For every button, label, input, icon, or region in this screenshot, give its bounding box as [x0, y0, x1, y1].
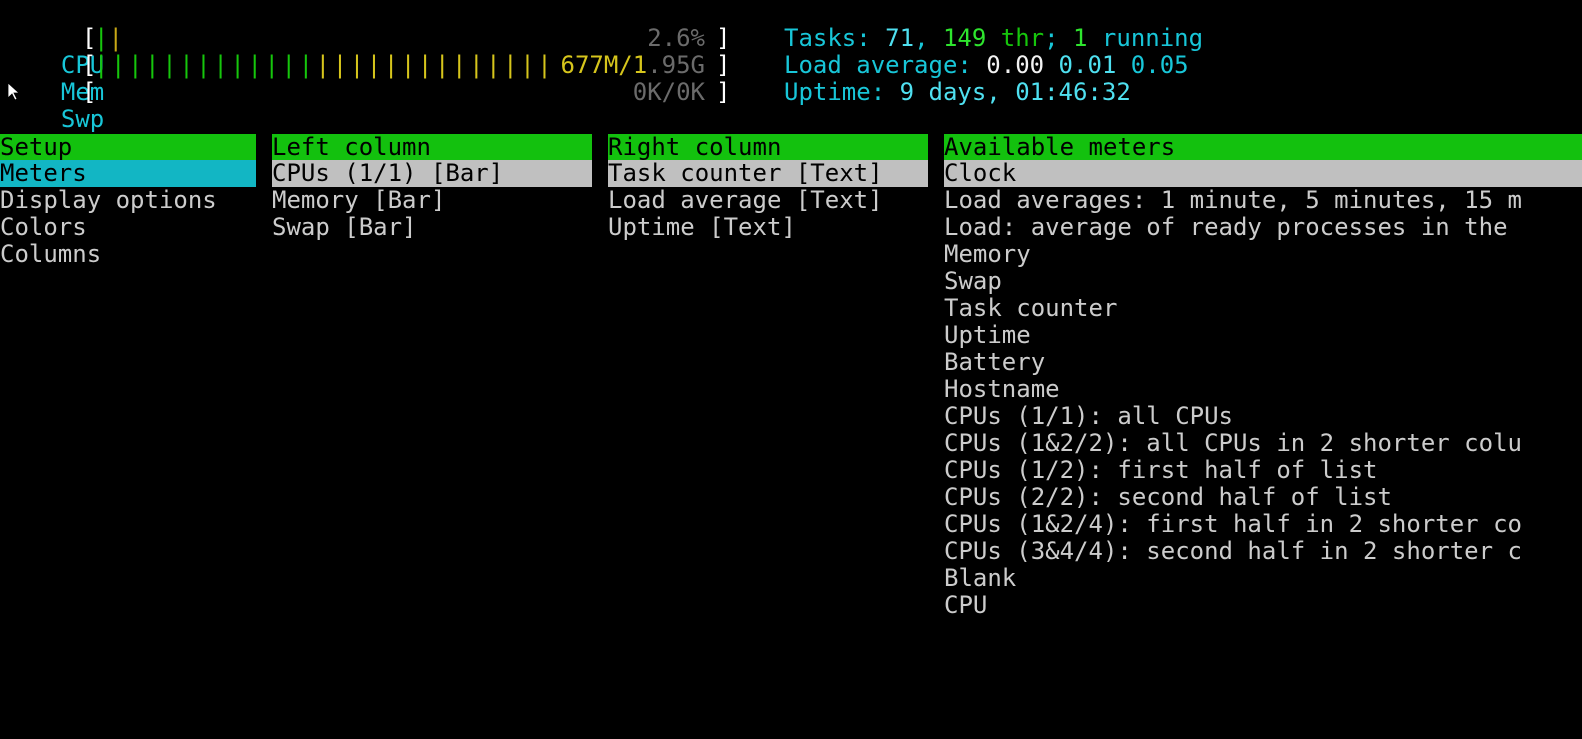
available-meter-item[interactable]: Hostname	[944, 376, 1582, 403]
mem-meter-bar-cache: ||||||||||||||	[315, 51, 555, 79]
available-meter-item[interactable]: CPUs (1/1): all CPUs	[944, 403, 1582, 430]
available-meter-item[interactable]: CPU	[944, 592, 1582, 619]
cpu-meter-bar-system: |	[108, 24, 123, 52]
cpu-meter-readout: 2.6%	[647, 24, 705, 52]
available-meter-item[interactable]: CPUs (1&2/4): first half in 2 shorter co	[944, 511, 1582, 538]
available-meter-item[interactable]: Task counter	[944, 295, 1582, 322]
tasks-count: 71	[885, 24, 915, 52]
setup-item-display-options[interactable]: Display options	[0, 187, 256, 214]
running-label: running	[1087, 24, 1204, 52]
left-column-item-memory[interactable]: Memory [Bar]	[272, 187, 592, 214]
swap-meter: Swp[ 0K/0K ]	[32, 79, 731, 133]
uptime-label: Uptime:	[784, 78, 900, 106]
right-column-header: Right column	[608, 134, 928, 160]
mem-meter-bar-used: |||||||||||||	[94, 51, 316, 79]
load-average-meter: Load average: 0.00 0.01 0.05	[784, 52, 1189, 79]
available-meter-item[interactable]: Blank	[944, 565, 1582, 592]
uptime-value: 9 days, 01:46:32	[899, 78, 1131, 106]
available-meters-header: Available meters	[944, 134, 1582, 160]
tasks-sep2: ;	[1044, 24, 1074, 52]
right-column-item-uptime[interactable]: Uptime [Text]	[608, 214, 928, 241]
left-column-header: Left column	[272, 134, 592, 160]
setup-item-meters[interactable]: Meters	[0, 160, 256, 187]
setup-item-colors[interactable]: Colors	[0, 214, 256, 241]
cpu-meter-track: || 2.6%	[94, 25, 705, 52]
right-column-panel: Right column Task counter [Text] Load av…	[608, 134, 928, 241]
available-meter-item[interactable]: Memory	[944, 241, 1582, 268]
available-meter-item[interactable]: CPUs (3&4/4): second half in 2 shorter c	[944, 538, 1582, 565]
threads-label: thr	[986, 24, 1045, 52]
available-meter-item[interactable]: CPUs (2/2): second half of list	[944, 484, 1582, 511]
threads-count: 149	[942, 24, 987, 52]
swap-meter-readout: 0K/0K	[632, 78, 705, 106]
swap-meter-track: 0K/0K	[94, 79, 705, 106]
swap-meter-close-bracket: ]	[716, 78, 731, 106]
cpu-meter: CPU[ || 2.6% ]	[32, 25, 731, 79]
setup-item-columns[interactable]: Columns	[0, 241, 256, 268]
setup-panel: Setup Meters Display options Colors Colu…	[0, 134, 256, 268]
available-meter-item[interactable]: Load averages: 1 minute, 5 minutes, 15 m	[944, 187, 1582, 214]
right-column-item-load-average[interactable]: Load average [Text]	[608, 187, 928, 214]
tasks-meter: Tasks: 71, 149 thr; 1 running	[784, 25, 1203, 52]
available-meter-item[interactable]: Clock	[944, 160, 1582, 187]
cpu-meter-close-bracket: ]	[716, 24, 731, 52]
tasks-sep: ,	[914, 24, 943, 52]
load-average-1min: 0.00	[986, 51, 1045, 79]
available-meter-item[interactable]: CPUs (1/2): first half of list	[944, 457, 1582, 484]
left-column-panel: Left column CPUs (1/1) [Bar] Memory [Bar…	[272, 134, 592, 241]
mem-meter-readout-used: 677M/1	[560, 51, 648, 79]
mem-meter-track: ||||||||||||||||||||||||||| 677M/1.95G	[94, 52, 705, 79]
tasks-label: Tasks:	[784, 24, 886, 52]
available-meter-item[interactable]: CPUs (1&2/2): all CPUs in 2 shorter colu	[944, 430, 1582, 457]
cpu-meter-bar-user: |	[94, 24, 109, 52]
available-meter-item[interactable]: Uptime	[944, 322, 1582, 349]
running-count: 1	[1073, 24, 1088, 52]
available-meters-panel: Available meters Clock Load averages: 1 …	[944, 134, 1582, 619]
available-meter-item[interactable]: Battery	[944, 349, 1582, 376]
load-average-label: Load average:	[784, 51, 987, 79]
left-column-item-cpus[interactable]: CPUs (1/1) [Bar]	[272, 160, 592, 187]
mem-meter-readout-total: .95G	[647, 51, 705, 79]
mem-meter-close-bracket: ]	[716, 51, 731, 79]
load-average-5min: 0.01	[1058, 51, 1117, 79]
mem-meter: Mem[ ||||||||||||||||||||||||||| 677M/1.…	[32, 52, 731, 106]
right-column-item-task-counter[interactable]: Task counter [Text]	[608, 160, 928, 187]
available-meter-item[interactable]: Swap	[944, 268, 1582, 295]
uptime-meter: Uptime: 9 days, 01:46:32	[784, 79, 1131, 106]
setup-panel-header: Setup	[0, 134, 256, 160]
load-average-15min: 0.05	[1130, 51, 1189, 79]
available-meter-item[interactable]: Load: average of ready processes in the	[944, 214, 1582, 241]
left-column-item-swap[interactable]: Swap [Bar]	[272, 214, 592, 241]
mouse-pointer-icon	[8, 83, 20, 101]
